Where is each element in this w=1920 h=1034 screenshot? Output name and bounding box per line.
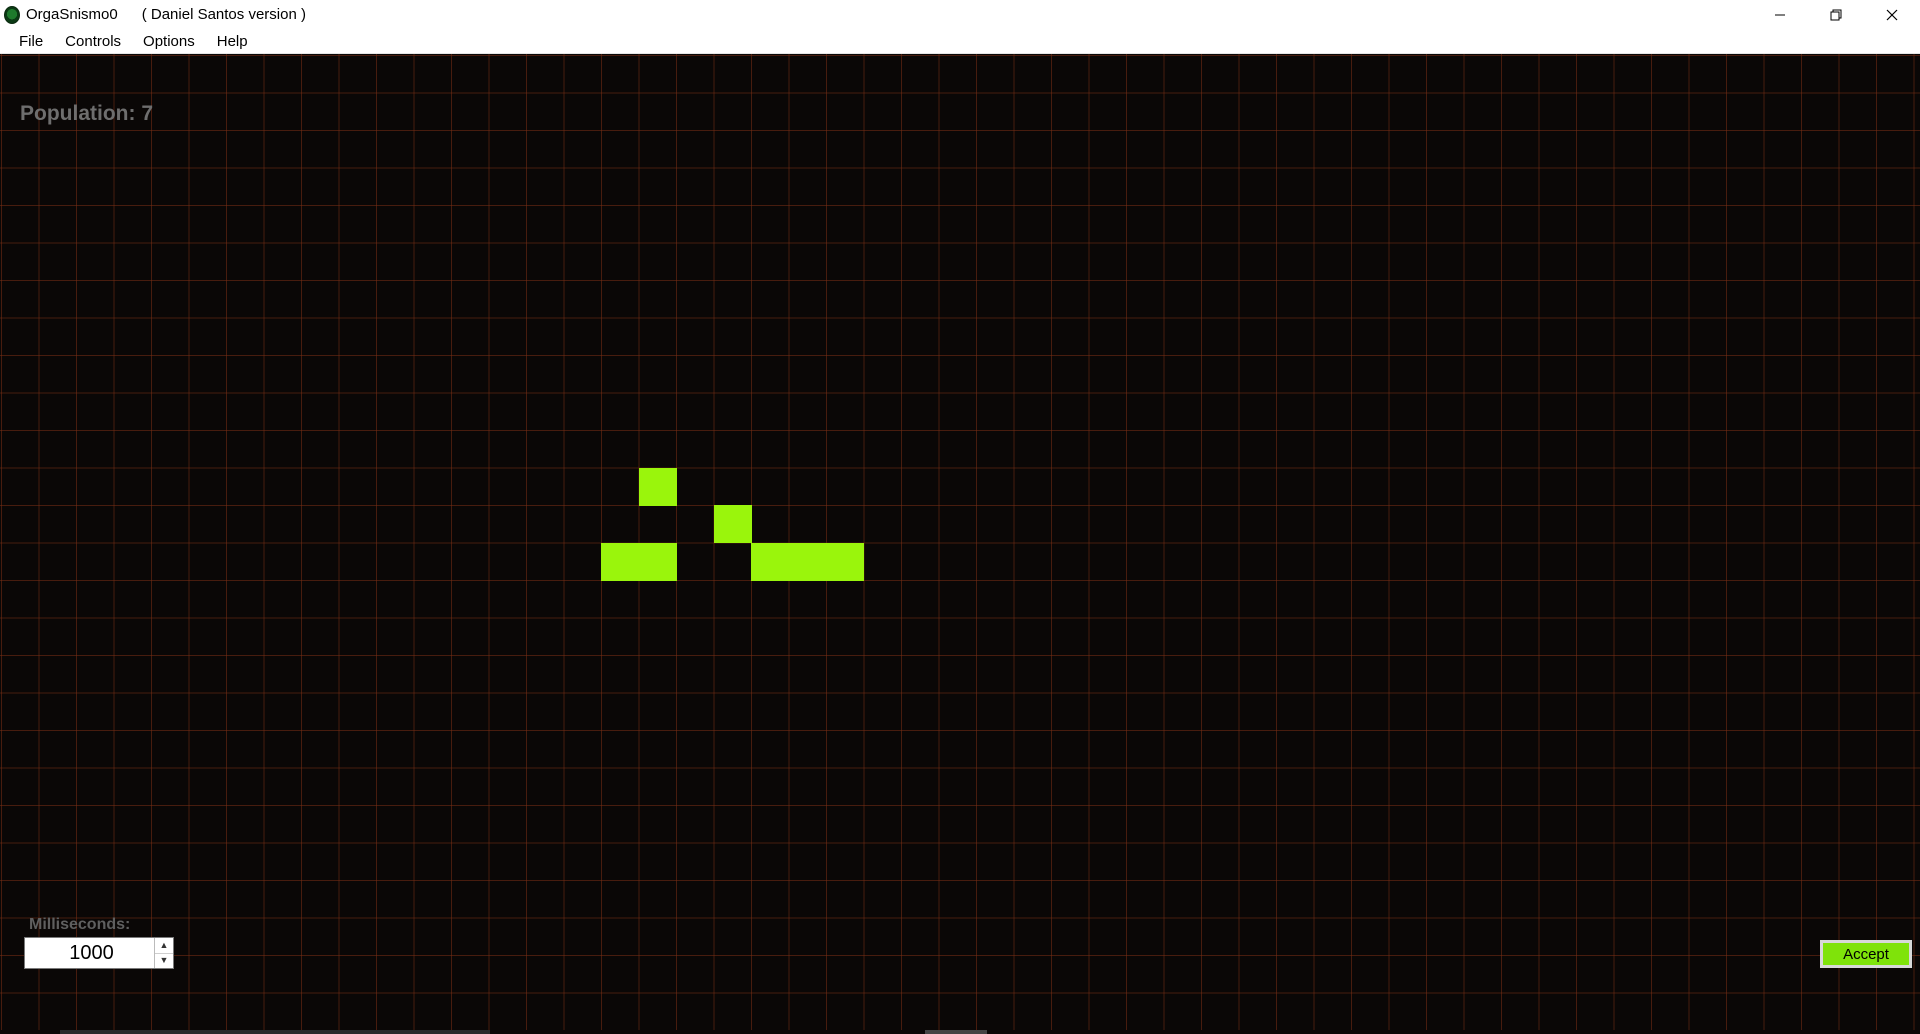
- live-cell[interactable]: [826, 542, 864, 581]
- close-button[interactable]: [1864, 0, 1920, 29]
- window-title: OrgaSnismo0: [26, 6, 118, 23]
- minimize-button[interactable]: [1752, 0, 1808, 29]
- restore-icon: [1830, 9, 1842, 20]
- window-controls: [1752, 0, 1920, 29]
- title-bar: OrgaSnismo0 ( Daniel Santos version ): [0, 0, 1920, 29]
- menu-file[interactable]: File: [8, 29, 54, 54]
- window-subtitle: ( Daniel Santos version ): [141, 6, 306, 23]
- minimize-icon: [1775, 14, 1785, 15]
- stepper-up-icon[interactable]: ▲: [155, 938, 173, 954]
- live-cell[interactable]: [788, 542, 827, 581]
- milliseconds-input[interactable]: 1000: [25, 938, 154, 968]
- app-icon: [4, 5, 20, 24]
- life-grid-canvas[interactable]: Population: 7: [0, 54, 1920, 1030]
- live-cell[interactable]: [751, 542, 789, 581]
- stepper-arrows: ▲ ▼: [154, 938, 173, 968]
- live-cell[interactable]: [638, 542, 677, 581]
- population-counter: Population: 7: [20, 102, 153, 125]
- scroll-track-segment: [60, 1030, 490, 1034]
- live-cell[interactable]: [638, 467, 677, 506]
- scroll-thumb[interactable]: [925, 1030, 987, 1034]
- stepper-down-icon[interactable]: ▼: [155, 954, 173, 969]
- live-cell[interactable]: [713, 505, 752, 543]
- menu-help[interactable]: Help: [206, 29, 259, 54]
- menu-options[interactable]: Options: [132, 29, 206, 54]
- restore-button[interactable]: [1808, 0, 1864, 29]
- accept-button[interactable]: Accept: [1820, 940, 1912, 968]
- close-icon: [1886, 9, 1898, 20]
- menu-controls[interactable]: Controls: [54, 29, 132, 54]
- menu-bar: File Controls Options Help: [0, 29, 1920, 54]
- live-cell[interactable]: [601, 542, 639, 581]
- milliseconds-label: Milliseconds:: [29, 916, 131, 933]
- milliseconds-stepper[interactable]: 1000 ▲ ▼: [24, 937, 174, 969]
